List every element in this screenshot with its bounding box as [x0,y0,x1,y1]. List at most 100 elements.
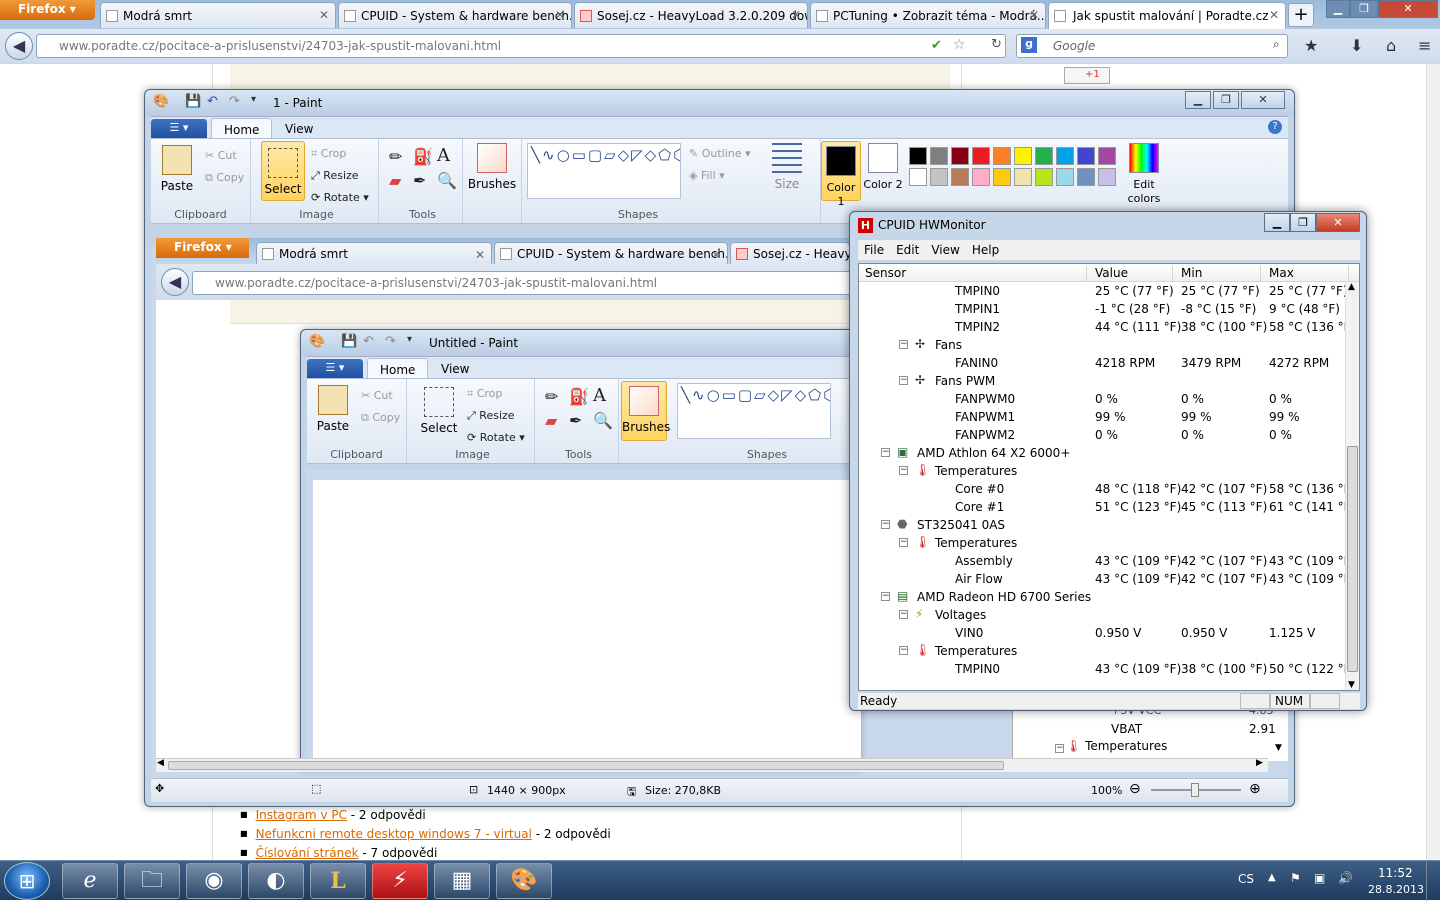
sensor-row[interactable]: TMPIN2 44 °C (111 °F) 38 °C (100 °F) 58 °C … [859,318,1355,336]
maximize-button[interactable]: ❐ [1350,0,1378,18]
canvas-hscrollbar[interactable]: ◀ ▶ [156,758,1268,772]
sensor-group-row[interactable]: − ⚡ Voltages [859,606,1345,624]
palette-swatch[interactable] [930,168,948,186]
ie-icon[interactable]: ℯ [62,863,118,899]
minimize-button[interactable]: ▁ [1264,213,1290,232]
undo-icon[interactable]: ↶ [207,94,218,109]
scroll-down-icon[interactable]: ▼ [1348,680,1355,690]
palette-swatch[interactable] [1056,168,1074,186]
gplus-button[interactable]: +1 [1064,67,1110,84]
close-icon[interactable]: ✕ [555,8,565,22]
rotate-button[interactable]: ⟳ Rotate ▾ [311,191,369,204]
palette-swatch[interactable] [951,168,969,186]
new-tab-button[interactable]: + [1288,3,1314,27]
palette-swatch[interactable] [1014,147,1032,165]
close-icon[interactable]: ✕ [1029,8,1039,22]
sensor-row[interactable]: TMPIN1 -1 °C (28 °F) -8 °C (15 °F) 9 °C (48… [859,300,1345,318]
reload-icon[interactable]: ↻ [991,37,1002,52]
palette-swatch[interactable] [993,147,1011,165]
back-button[interactable]: ◀ [5,32,33,60]
brushes-button[interactable]: Brushes [467,143,517,191]
sensor-row[interactable]: Core #1 51 °C (123 °F) 45 °C (113 °F) 61 °C… [859,498,1355,516]
palette-swatch[interactable] [1098,168,1116,186]
fill-bucket-icon[interactable]: ⛽ [413,147,433,166]
close-icon[interactable]: ✕ [791,8,801,22]
sensor-row[interactable]: FANPWM2 0 % 0 % 0 % [859,426,1345,444]
palette-swatch[interactable] [972,168,990,186]
link[interactable]: Číslování stránek [256,846,359,860]
link[interactable]: Nefunkcni remote desktop windows 7 - vir… [256,827,532,841]
maximize-button[interactable]: ❐ [1290,213,1316,232]
tab-pctuning[interactable]: PCTuning • Zobrazit téma - Modrá... ✕ [810,2,1046,28]
sensor-row[interactable]: TMPIN0 43 °C (109 °F) 38 °C (100 °F) 50 °C … [859,660,1355,678]
color1-button[interactable]: Color 1 [821,141,861,208]
sensor-group-row[interactable]: − ⬣ ST325041 0AS [859,516,1345,534]
zoom-slider-thumb[interactable] [1191,783,1199,797]
sensor-row[interactable]: FANIN0 4218 RPM 3479 RPM 4272 RPM [859,354,1345,372]
size-button[interactable]: Size [767,143,807,191]
firefox-icon[interactable]: ◉ [186,863,242,899]
cut-button[interactable]: ✂ Cut [205,149,237,162]
close-icon[interactable]: ✕ [1269,8,1279,22]
sensor-group-row[interactable]: − ✢ Fans PWM [859,372,1345,390]
paint-icon[interactable]: 🎨 [496,863,552,899]
redo-icon[interactable]: ↷ [229,94,240,109]
help-icon[interactable]: ? [1268,120,1282,134]
zoom-out-icon[interactable]: ⊖ [1129,781,1141,797]
lol-icon[interactable]: L [310,863,366,899]
show-desktop-button[interactable] [1426,861,1440,901]
palette-swatch[interactable] [972,147,990,165]
palette-swatch[interactable] [1077,168,1095,186]
google-icon[interactable]: g [1021,37,1037,53]
sensor-group-row[interactable]: − ✢ Fans [859,336,1345,354]
menu-help[interactable]: Help [966,240,1005,257]
media-icon[interactable]: ◐ [248,863,304,899]
palette-swatch[interactable] [1035,168,1053,186]
palette-swatch[interactable] [1035,147,1053,165]
palette-swatch[interactable] [1098,147,1116,165]
search-input[interactable]: Google g ⌕ [1016,34,1288,58]
link[interactable]: Instagram v PC [256,808,347,822]
paint-menu-button[interactable]: ☰ ▾ [151,119,207,139]
menu-view[interactable]: View [925,240,965,257]
bookmarks-icon[interactable]: ★ [1304,36,1318,55]
palette-swatch[interactable] [1077,147,1095,165]
resize-button[interactable]: ⤢ Resize [311,169,359,183]
sensor-row[interactable]: Air Flow 43 °C (109 °F) 42 °C (107 °F) 43 °… [859,570,1355,588]
tab-modra-smrt[interactable]: Modrá smrt ✕ [100,2,336,28]
volume-icon[interactable]: 🔊 [1338,871,1353,885]
palette-swatch[interactable] [951,147,969,165]
sensor-group-row[interactable]: − ▤ AMD Radeon HD 6700 Series [859,588,1345,606]
palette-swatch[interactable] [909,147,927,165]
palette-swatch[interactable] [1056,147,1074,165]
sensor-group-row[interactable]: − 🌡 Temperatures [859,642,1345,660]
menu-icon[interactable]: ≡ [1418,36,1431,55]
bookmark-star-icon[interactable]: ☆ [953,37,966,53]
tab-poradte[interactable]: Jak spustit malování | Poradte.cz ✕ [1048,2,1286,29]
tab-home[interactable]: Home [211,118,273,140]
tab-cpuid[interactable]: CPUID - System & hardware bench... ✕ [338,2,572,28]
menu-edit[interactable]: Edit [890,240,925,257]
sensor-group-row[interactable]: − 🌡 Temperatures [859,462,1345,480]
qat-dropdown-icon[interactable]: ▾ [251,94,256,105]
select-button[interactable]: Select [261,141,305,201]
flash-icon[interactable]: ⚡ [372,863,428,899]
minimize-button[interactable]: ▁ [1326,0,1350,18]
palette-swatch[interactable] [930,147,948,165]
column-min[interactable]: Min [1173,266,1261,282]
sensor-row[interactable]: FANPWM0 0 % 0 % 0 % [859,390,1345,408]
sensor-row[interactable]: VIN0 0.950 V 0.950 V 1.125 V [859,624,1345,642]
scroll-thumb[interactable] [1347,446,1358,672]
firefox-menu-button[interactable]: Firefox ▾ [0,0,95,20]
text-icon[interactable]: A [437,145,450,166]
scroll-right-icon[interactable]: ▶ [1256,758,1263,768]
pencil-icon[interactable]: ✏ [389,147,402,166]
url-bar[interactable]: www.poradte.cz/pocitace-a-prislusenstvi/… [36,34,1006,58]
close-button[interactable]: ✕ [1316,213,1360,232]
sensor-row[interactable]: Assembly 43 °C (109 °F) 42 °C (107 °F) 43 °… [859,552,1355,570]
column-value[interactable]: Value [1087,266,1173,282]
edit-colors-button[interactable]: Edit colors [1121,143,1167,205]
color-picker-icon[interactable]: ✒ [413,171,426,190]
flag-icon[interactable]: ⚑ [1290,871,1301,885]
scroll-thumb[interactable] [168,761,1004,770]
